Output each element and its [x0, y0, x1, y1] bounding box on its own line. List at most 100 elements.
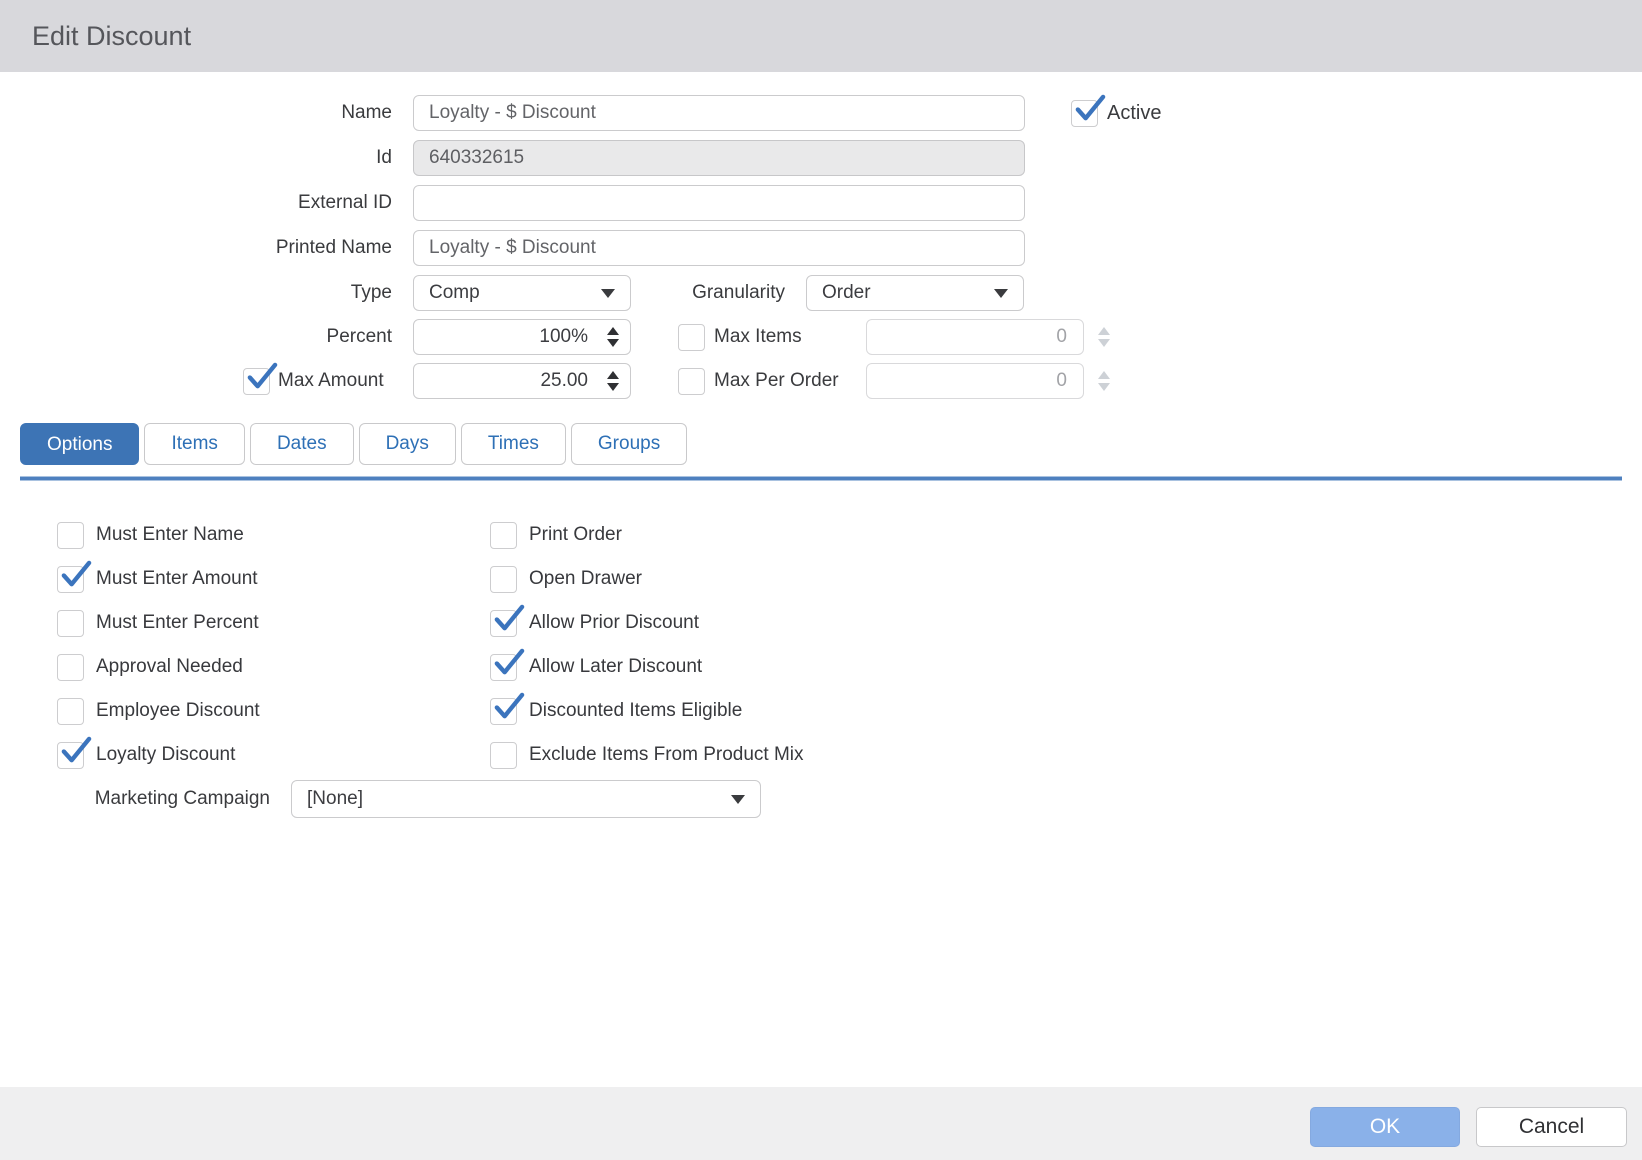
id-input: [413, 140, 1025, 176]
spinner-up-icon[interactable]: [607, 327, 619, 335]
option-checkbox[interactable]: [490, 742, 517, 769]
option-label[interactable]: Employee Discount: [96, 700, 260, 722]
spinner-up-icon[interactable]: [607, 371, 619, 379]
max-per-order-checkbox[interactable]: [678, 368, 705, 395]
max-items-label[interactable]: Max Items: [714, 319, 802, 355]
tab-times[interactable]: Times: [461, 423, 566, 465]
max-amount-label[interactable]: Max Amount: [278, 363, 384, 399]
check-icon: [1073, 93, 1106, 126]
option-row: Must Enter Amount: [57, 557, 260, 601]
tab-bar: OptionsItemsDatesDaysTimesGroups: [20, 423, 687, 465]
option-label[interactable]: Open Drawer: [529, 568, 642, 590]
option-row: Open Drawer: [490, 557, 804, 601]
max-amount-checkbox[interactable]: [243, 368, 270, 395]
option-label[interactable]: Allow Later Discount: [529, 656, 702, 678]
option-label[interactable]: Must Enter Percent: [96, 612, 259, 634]
page-title: Edit Discount: [32, 0, 191, 72]
option-checkbox[interactable]: [57, 566, 84, 593]
max-items-spinner: [1098, 327, 1110, 347]
printed-name-input[interactable]: [413, 230, 1025, 266]
dropdown-arrow-icon: [731, 795, 745, 804]
marketing-campaign-value: [None]: [307, 781, 363, 817]
tab-divider: [20, 476, 1622, 481]
option-row: Loyalty Discount: [57, 733, 260, 777]
max-per-order-label[interactable]: Max Per Order: [714, 363, 839, 399]
option-row: Discounted Items Eligible: [490, 689, 804, 733]
option-checkbox[interactable]: [490, 698, 517, 725]
active-label[interactable]: Active: [1107, 95, 1161, 131]
spinner-down-icon: [1098, 339, 1110, 347]
option-checkbox[interactable]: [490, 654, 517, 681]
marketing-campaign-dropdown[interactable]: [None]: [291, 780, 761, 818]
max-items-input: [866, 319, 1084, 355]
options-left-column: Must Enter Name Must Enter Amount Must Ent…: [57, 513, 260, 777]
type-dropdown-value: Comp: [429, 276, 480, 310]
option-checkbox[interactable]: [57, 698, 84, 725]
option-label[interactable]: Allow Prior Discount: [529, 612, 699, 634]
option-label[interactable]: Print Order: [529, 524, 622, 546]
granularity-dropdown[interactable]: Order: [806, 275, 1024, 311]
printed-name-field-label: Printed Name: [92, 230, 392, 266]
spinner-down-icon[interactable]: [607, 383, 619, 391]
option-row: Exclude Items From Product Mix: [490, 733, 804, 777]
external-id-input[interactable]: [413, 185, 1025, 221]
percent-spinner[interactable]: [607, 327, 619, 347]
name-input[interactable]: [413, 95, 1025, 131]
active-checkbox[interactable]: [1071, 100, 1098, 127]
option-checkbox[interactable]: [57, 610, 84, 637]
option-row: Must Enter Percent: [57, 601, 260, 645]
option-checkbox[interactable]: [57, 654, 84, 681]
option-checkbox[interactable]: [57, 742, 84, 769]
option-label[interactable]: Loyalty Discount: [96, 744, 235, 766]
edit-discount-dialog: Edit Discount Name Id External ID Printe…: [0, 0, 1642, 1160]
percent-field: [413, 319, 631, 355]
option-label[interactable]: Must Enter Name: [96, 524, 244, 546]
max-per-order-spinner: [1098, 371, 1110, 391]
option-checkbox[interactable]: [57, 522, 84, 549]
type-dropdown[interactable]: Comp: [413, 275, 631, 311]
max-per-order-input: [866, 363, 1084, 399]
max-per-order-field: [866, 363, 1084, 399]
check-icon: [492, 691, 525, 724]
check-icon: [492, 603, 525, 636]
spinner-up-icon: [1098, 327, 1110, 335]
max-amount-field: [413, 363, 631, 399]
spinner-up-icon: [1098, 371, 1110, 379]
ok-button[interactable]: OK: [1310, 1107, 1460, 1147]
option-label[interactable]: Must Enter Amount: [96, 568, 258, 590]
name-field-label: Name: [92, 95, 392, 131]
percent-input[interactable]: [413, 319, 631, 355]
option-label[interactable]: Exclude Items From Product Mix: [529, 744, 804, 766]
tab-groups[interactable]: Groups: [571, 423, 687, 465]
dropdown-arrow-icon: [994, 289, 1008, 298]
max-amount-spinner[interactable]: [607, 371, 619, 391]
spinner-down-icon: [1098, 383, 1110, 391]
spinner-down-icon[interactable]: [607, 339, 619, 347]
option-label[interactable]: Discounted Items Eligible: [529, 700, 742, 722]
tab-dates[interactable]: Dates: [250, 423, 354, 465]
option-row: Allow Later Discount: [490, 645, 804, 689]
option-checkbox[interactable]: [490, 566, 517, 593]
tab-items[interactable]: Items: [144, 423, 244, 465]
max-items-field: [866, 319, 1084, 355]
tab-options[interactable]: Options: [20, 423, 139, 465]
option-row: Approval Needed: [57, 645, 260, 689]
cancel-button[interactable]: Cancel: [1476, 1107, 1627, 1147]
granularity-dropdown-value: Order: [822, 276, 871, 310]
option-row: Must Enter Name: [57, 513, 260, 557]
id-field-label: Id: [92, 140, 392, 176]
option-label[interactable]: Approval Needed: [96, 656, 243, 678]
tab-days[interactable]: Days: [359, 423, 456, 465]
option-checkbox[interactable]: [490, 610, 517, 637]
max-items-checkbox[interactable]: [678, 324, 705, 351]
option-checkbox[interactable]: [490, 522, 517, 549]
check-icon: [245, 361, 278, 394]
options-right-column: Print Order Open Drawer Allow Prior Discou…: [490, 513, 804, 777]
max-amount-input[interactable]: [413, 363, 631, 399]
option-row: Print Order: [490, 513, 804, 557]
option-row: Allow Prior Discount: [490, 601, 804, 645]
action-bar: OK Cancel: [0, 1087, 1642, 1160]
type-field-label: Type: [92, 275, 392, 311]
percent-field-label: Percent: [92, 319, 392, 355]
marketing-campaign-label: Marketing Campaign: [20, 780, 270, 818]
